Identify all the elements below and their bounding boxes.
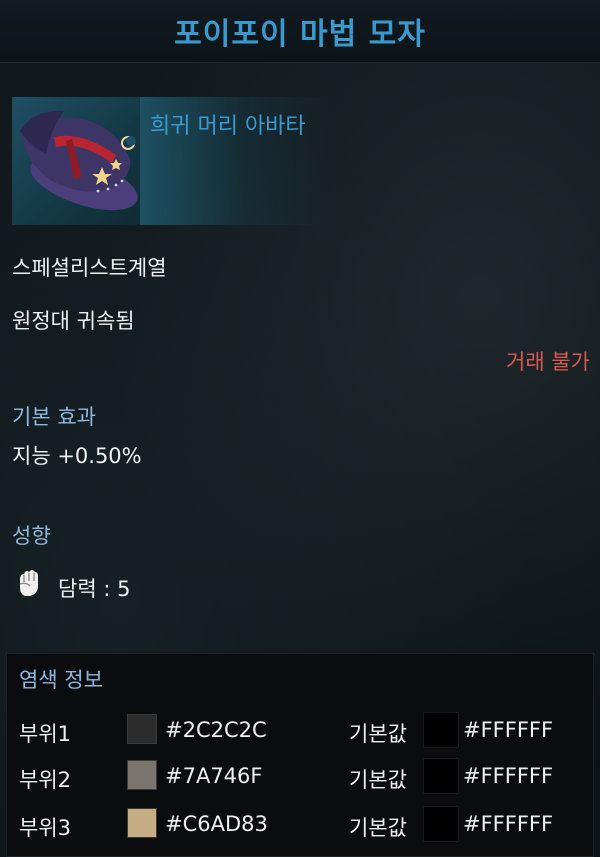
dye-default-label: 기본값 <box>349 816 407 840</box>
item-grade-type: 희귀 머리 아바타 <box>150 114 306 139</box>
item-name: 포이포이 마법 모자 <box>174 17 426 52</box>
dye-default-hex: #FFFFFF <box>463 718 554 742</box>
dye-color-swatch <box>127 714 157 744</box>
dye-info-heading: 염색 정보 <box>19 668 103 692</box>
dye-default-swatch <box>423 712 459 748</box>
dye-part-label: 부위2 <box>19 768 72 792</box>
dye-info-panel: 염색 정보 부위1 #2C2C2C 기본값 #FFFFFF 부위2 #7A746… <box>6 653 594 857</box>
dye-row-part2: 부위2 #7A746F 기본값 #FFFFFF <box>7 758 595 798</box>
tendency-value: 담력 : 5 <box>58 577 131 601</box>
tooltip-header: 포이포이 마법 모자 <box>0 0 600 63</box>
basic-effect-stat: 지능 +0.50% <box>12 444 142 468</box>
tendency-heading: 성향 <box>12 524 51 548</box>
item-icon <box>12 97 140 225</box>
dye-row-part3: 부위3 #C6AD83 기본값 #FFFFFF <box>7 806 595 846</box>
dye-default-swatch <box>423 806 459 842</box>
dye-default-label: 기본값 <box>349 768 407 792</box>
trade-status: 거래 불가 <box>506 350 590 374</box>
dye-color-swatch <box>127 760 157 790</box>
basic-effect-heading: 기본 효과 <box>12 405 96 429</box>
dye-default-hex: #FFFFFF <box>463 812 554 836</box>
dye-row-part1: 부위1 #2C2C2C 기본값 #FFFFFF <box>7 712 595 752</box>
dye-default-label: 기본값 <box>349 722 407 746</box>
class-restriction: 스페셜리스트계열 <box>12 256 167 280</box>
dye-color-hex: #7A746F <box>165 764 263 788</box>
wizard-hat-icon <box>20 110 138 211</box>
dye-default-hex: #FFFFFF <box>463 764 554 788</box>
dye-color-hex: #2C2C2C <box>165 718 267 742</box>
fist-icon <box>16 568 42 598</box>
binding-status: 원정대 귀속됨 <box>12 309 135 333</box>
dye-part-label: 부위1 <box>19 722 72 746</box>
dye-color-swatch <box>127 808 157 838</box>
dye-color-hex: #C6AD83 <box>165 812 268 836</box>
dye-part-label: 부위3 <box>19 816 72 840</box>
dye-default-swatch <box>423 758 459 794</box>
